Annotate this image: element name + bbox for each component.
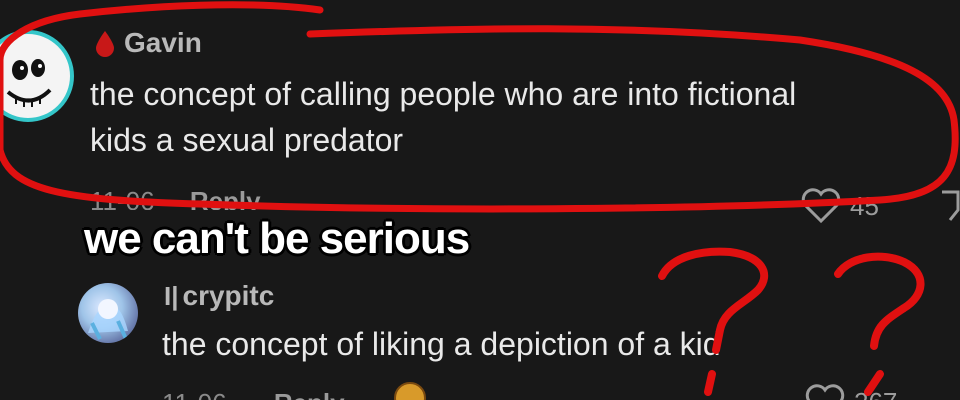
question-mark-1-dot bbox=[704, 370, 716, 396]
annotation-circle bbox=[0, 1, 959, 213]
red-annotations bbox=[0, 1, 959, 396]
question-mark-2-dot bbox=[864, 370, 884, 396]
question-mark-1 bbox=[658, 247, 769, 354]
question-mark-2 bbox=[834, 252, 925, 350]
